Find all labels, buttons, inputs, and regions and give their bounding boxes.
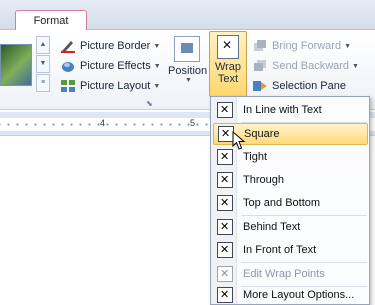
selection-pane-label: Selection Pane xyxy=(272,80,346,92)
dropdown-arrow-icon: ▼ xyxy=(185,77,192,84)
position-label: Position xyxy=(168,65,208,77)
menu-item-label: Behind Text xyxy=(243,221,301,233)
bring-forward-icon xyxy=(252,38,268,54)
picture-layout-button[interactable]: Picture Layout ▼ xyxy=(60,77,160,95)
menu-item-label: Top and Bottom xyxy=(243,197,321,209)
menu-item-label: Edit Wrap Points xyxy=(243,268,325,280)
picture-effects-icon xyxy=(60,58,76,74)
wrap-text-icon xyxy=(217,35,239,59)
wrap-text-menu: In Line with Text Square Tight Through T… xyxy=(210,96,370,305)
gallery-up-button[interactable]: ▲ xyxy=(36,36,50,54)
inline-wrap-icon xyxy=(217,102,233,118)
mouse-pointer-icon xyxy=(232,131,246,150)
picture-effects-label: Picture Effects xyxy=(80,60,151,72)
wrap-text-label-line2: Text xyxy=(217,73,239,85)
menu-item-label: Through xyxy=(243,174,284,186)
bring-forward-button[interactable]: Bring Forward ▼ xyxy=(252,37,351,55)
picture-border-label: Picture Border xyxy=(80,40,151,52)
layout-options-icon xyxy=(217,287,233,303)
through-wrap-icon xyxy=(217,172,233,188)
send-backward-button[interactable]: Send Backward ▼ xyxy=(252,57,359,75)
picture-layout-icon xyxy=(60,78,76,94)
menu-item-label: Square xyxy=(244,128,280,140)
dialog-launcher-icon[interactable]: ⬊ xyxy=(146,99,153,108)
in-front-text-icon xyxy=(217,242,233,258)
menu-item-in-front-of-text[interactable]: In Front of Text xyxy=(213,239,368,261)
menu-item-behind-text[interactable]: Behind Text xyxy=(213,216,368,238)
dropdown-arrow-icon: ▼ xyxy=(352,62,359,70)
menu-item-top-and-bottom[interactable]: Top and Bottom xyxy=(213,192,368,214)
dropdown-arrow-icon: ▼ xyxy=(153,62,161,70)
tab-format[interactable]: Format xyxy=(15,10,87,31)
picture-layout-label: Picture Layout xyxy=(80,80,151,92)
dropdown-arrow-icon: ▼ xyxy=(153,42,161,50)
menu-item-in-line-with-text[interactable]: In Line with Text xyxy=(213,99,368,121)
selection-pane-icon xyxy=(252,78,268,94)
menu-item-through[interactable]: Through xyxy=(213,169,368,191)
wrap-text-label-line1: Wrap xyxy=(214,61,242,73)
dropdown-arrow-icon: ▼ xyxy=(344,42,352,50)
menu-item-label: Tight xyxy=(243,151,268,163)
dropdown-arrow-icon: ▼ xyxy=(153,82,161,90)
send-backward-label: Send Backward xyxy=(272,60,350,72)
position-icon xyxy=(174,36,200,62)
send-backward-icon xyxy=(252,58,268,74)
bring-forward-label: Bring Forward xyxy=(272,40,342,52)
selection-pane-button[interactable]: Selection Pane xyxy=(252,77,346,95)
picture-border-icon xyxy=(60,38,76,54)
ruler-number: 5 xyxy=(190,118,196,128)
menu-item-label: In Front of Text xyxy=(243,244,317,256)
title-bar: Format xyxy=(0,0,375,31)
behind-text-icon xyxy=(217,219,233,235)
ruler-number: 4 xyxy=(100,118,106,128)
gallery-more-button[interactable]: ≡ xyxy=(36,74,50,92)
wrap-text-button[interactable]: Wrap Text xyxy=(209,31,247,97)
edit-wrap-points-icon xyxy=(217,266,233,282)
gallery-down-button[interactable]: ▼ xyxy=(36,55,50,73)
position-button[interactable]: Position ▼ xyxy=(168,33,208,99)
menu-item-more-layout-options[interactable]: More Layout Options... xyxy=(213,284,368,305)
menu-item-edit-wrap-points[interactable]: Edit Wrap Points xyxy=(213,263,368,285)
tight-wrap-icon xyxy=(217,149,233,165)
picture-style-thumbnail[interactable] xyxy=(0,44,32,86)
top-bottom-wrap-icon xyxy=(217,195,233,211)
picture-border-button[interactable]: Picture Border ▼ xyxy=(60,37,160,55)
style-gallery-scroll[interactable]: ▲ ▼ ≡ xyxy=(36,36,50,93)
picture-effects-button[interactable]: Picture Effects ▼ xyxy=(60,57,161,75)
menu-item-label: In Line with Text xyxy=(243,104,322,116)
menu-item-label: More Layout Options... xyxy=(243,289,355,301)
